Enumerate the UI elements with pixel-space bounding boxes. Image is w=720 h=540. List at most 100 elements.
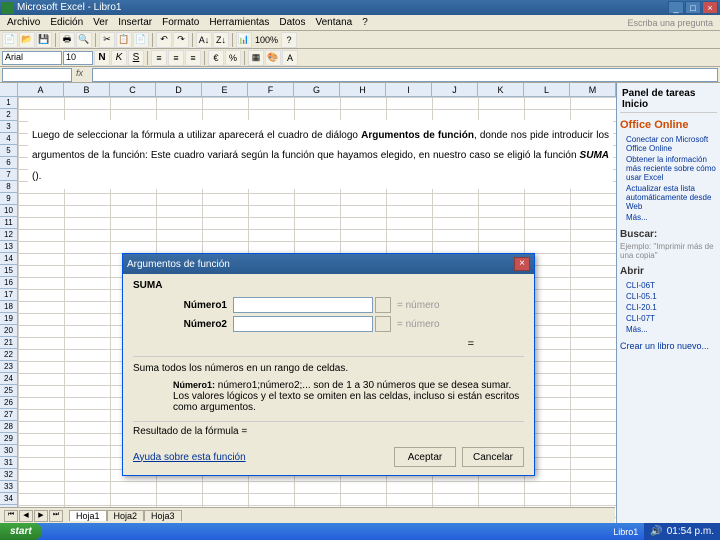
currency-icon[interactable]: € bbox=[208, 50, 224, 66]
start-button[interactable]: start bbox=[0, 523, 42, 540]
row-header[interactable]: 4 bbox=[0, 133, 17, 145]
close-button[interactable]: × bbox=[702, 1, 718, 14]
row-header[interactable]: 33 bbox=[0, 481, 17, 493]
minimize-button[interactable]: _ bbox=[668, 1, 684, 14]
range-select-icon[interactable] bbox=[375, 297, 391, 313]
row-header[interactable]: 14 bbox=[0, 253, 17, 265]
sort-desc-icon[interactable]: Z↓ bbox=[213, 32, 229, 48]
col-header[interactable]: L bbox=[524, 83, 570, 96]
open-icon[interactable]: 📂 bbox=[19, 32, 35, 48]
row-header[interactable]: 17 bbox=[0, 289, 17, 301]
row-header[interactable]: 23 bbox=[0, 361, 17, 373]
new-icon[interactable]: 📄 bbox=[2, 32, 18, 48]
tp-file[interactable]: CLI-05.1 bbox=[626, 291, 717, 302]
row-header[interactable]: 32 bbox=[0, 469, 17, 481]
menu-insertar[interactable]: Insertar bbox=[113, 17, 157, 28]
font-size[interactable]: 10 bbox=[63, 51, 93, 65]
select-all-corner[interactable] bbox=[0, 83, 18, 96]
tp-file[interactable]: CLI-06T bbox=[626, 280, 717, 291]
tab-nav-last[interactable]: ⏭ bbox=[49, 510, 63, 522]
row-header[interactable]: 12 bbox=[0, 229, 17, 241]
row-header[interactable]: 6 bbox=[0, 157, 17, 169]
bold-icon[interactable]: N bbox=[94, 50, 110, 66]
system-tray[interactable]: 🔊 01:54 p.m. bbox=[644, 523, 720, 540]
underline-icon[interactable]: S bbox=[128, 50, 144, 66]
row-header[interactable]: 9 bbox=[0, 193, 17, 205]
formula-input[interactable] bbox=[92, 68, 718, 82]
tp-link[interactable]: Obtener la información más reciente sobr… bbox=[626, 154, 717, 183]
row-header[interactable]: 20 bbox=[0, 325, 17, 337]
preview-icon[interactable]: 🔍 bbox=[76, 32, 92, 48]
menu-edicion[interactable]: Edición bbox=[45, 17, 88, 28]
col-header[interactable]: M bbox=[570, 83, 616, 96]
row-header[interactable]: 10 bbox=[0, 205, 17, 217]
row-header[interactable]: 24 bbox=[0, 373, 17, 385]
col-header[interactable]: H bbox=[340, 83, 386, 96]
help-icon[interactable]: ? bbox=[281, 32, 297, 48]
menu-archivo[interactable]: Archivo bbox=[2, 17, 45, 28]
ok-button[interactable]: Aceptar bbox=[394, 447, 456, 467]
col-header[interactable]: G bbox=[294, 83, 340, 96]
menu-herramientas[interactable]: Herramientas bbox=[204, 17, 274, 28]
paste-icon[interactable]: 📄 bbox=[133, 32, 149, 48]
row-header[interactable]: 8 bbox=[0, 181, 17, 193]
align-right-icon[interactable]: ≡ bbox=[185, 50, 201, 66]
sheet-tab[interactable]: Hoja2 bbox=[107, 510, 145, 521]
row-header[interactable]: 13 bbox=[0, 241, 17, 253]
row-header[interactable]: 15 bbox=[0, 265, 17, 277]
row-header[interactable]: 3 bbox=[0, 121, 17, 133]
sheet-tab[interactable]: Hoja1 bbox=[69, 510, 107, 521]
tp-link[interactable]: Conectar con Microsoft Office Online bbox=[626, 134, 717, 154]
sheet-tab[interactable]: Hoja3 bbox=[144, 510, 182, 521]
print-icon[interactable]: 🖶 bbox=[59, 32, 75, 48]
save-icon[interactable]: 💾 bbox=[36, 32, 52, 48]
align-left-icon[interactable]: ≡ bbox=[151, 50, 167, 66]
percent-icon[interactable]: % bbox=[225, 50, 241, 66]
sort-asc-icon[interactable]: A↓ bbox=[196, 32, 212, 48]
row-header[interactable]: 18 bbox=[0, 301, 17, 313]
tp-file[interactable]: CLI-07T bbox=[626, 313, 717, 324]
dialog-close-button[interactable]: × bbox=[514, 257, 530, 271]
col-header[interactable]: B bbox=[64, 83, 110, 96]
tp-new-workbook[interactable]: Crear un libro nuevo... bbox=[620, 341, 717, 351]
row-header[interactable]: 30 bbox=[0, 445, 17, 457]
col-header[interactable]: A bbox=[18, 83, 64, 96]
tp-link[interactable]: Actualizar esta lista automáticamente de… bbox=[626, 183, 717, 212]
borders-icon[interactable]: ▦ bbox=[248, 50, 264, 66]
copy-icon[interactable]: 📋 bbox=[116, 32, 132, 48]
font-color-icon[interactable]: A bbox=[282, 50, 298, 66]
col-header[interactable]: K bbox=[478, 83, 524, 96]
menu-ventana[interactable]: Ventana bbox=[310, 17, 357, 28]
tab-nav-next[interactable]: ▶ bbox=[34, 510, 48, 522]
tp-link[interactable]: Más... bbox=[626, 212, 717, 223]
maximize-button[interactable]: □ bbox=[685, 1, 701, 14]
ask-question[interactable]: Escriba una pregunta bbox=[622, 18, 718, 28]
col-header[interactable]: I bbox=[386, 83, 432, 96]
tp-file[interactable]: CLI-20.1 bbox=[626, 302, 717, 313]
row-header[interactable]: 2 bbox=[0, 109, 17, 121]
row-header[interactable]: 25 bbox=[0, 385, 17, 397]
col-header[interactable]: D bbox=[156, 83, 202, 96]
font-name[interactable]: Arial bbox=[2, 51, 62, 65]
row-header[interactable]: 27 bbox=[0, 409, 17, 421]
row-header[interactable]: 5 bbox=[0, 145, 17, 157]
row-header[interactable]: 1 bbox=[0, 97, 17, 109]
col-header[interactable]: J bbox=[432, 83, 478, 96]
menu-ver[interactable]: Ver bbox=[88, 17, 113, 28]
tab-nav-prev[interactable]: ◀ bbox=[19, 510, 33, 522]
menu-formato[interactable]: Formato bbox=[157, 17, 204, 28]
row-header[interactable]: 31 bbox=[0, 457, 17, 469]
row-header[interactable]: 19 bbox=[0, 313, 17, 325]
align-center-icon[interactable]: ≡ bbox=[168, 50, 184, 66]
zoom-level[interactable]: 100% bbox=[253, 35, 280, 45]
row-header[interactable]: 29 bbox=[0, 433, 17, 445]
range-select-icon[interactable] bbox=[375, 316, 391, 332]
fx-button[interactable]: fx bbox=[76, 68, 92, 82]
fill-color-icon[interactable]: 🎨 bbox=[265, 50, 281, 66]
name-box[interactable] bbox=[2, 68, 72, 82]
tab-nav-first[interactable]: ⏮ bbox=[4, 510, 18, 522]
col-header[interactable]: E bbox=[202, 83, 248, 96]
row-header[interactable]: 28 bbox=[0, 421, 17, 433]
col-header[interactable]: F bbox=[248, 83, 294, 96]
italic-icon[interactable]: K bbox=[111, 50, 127, 66]
